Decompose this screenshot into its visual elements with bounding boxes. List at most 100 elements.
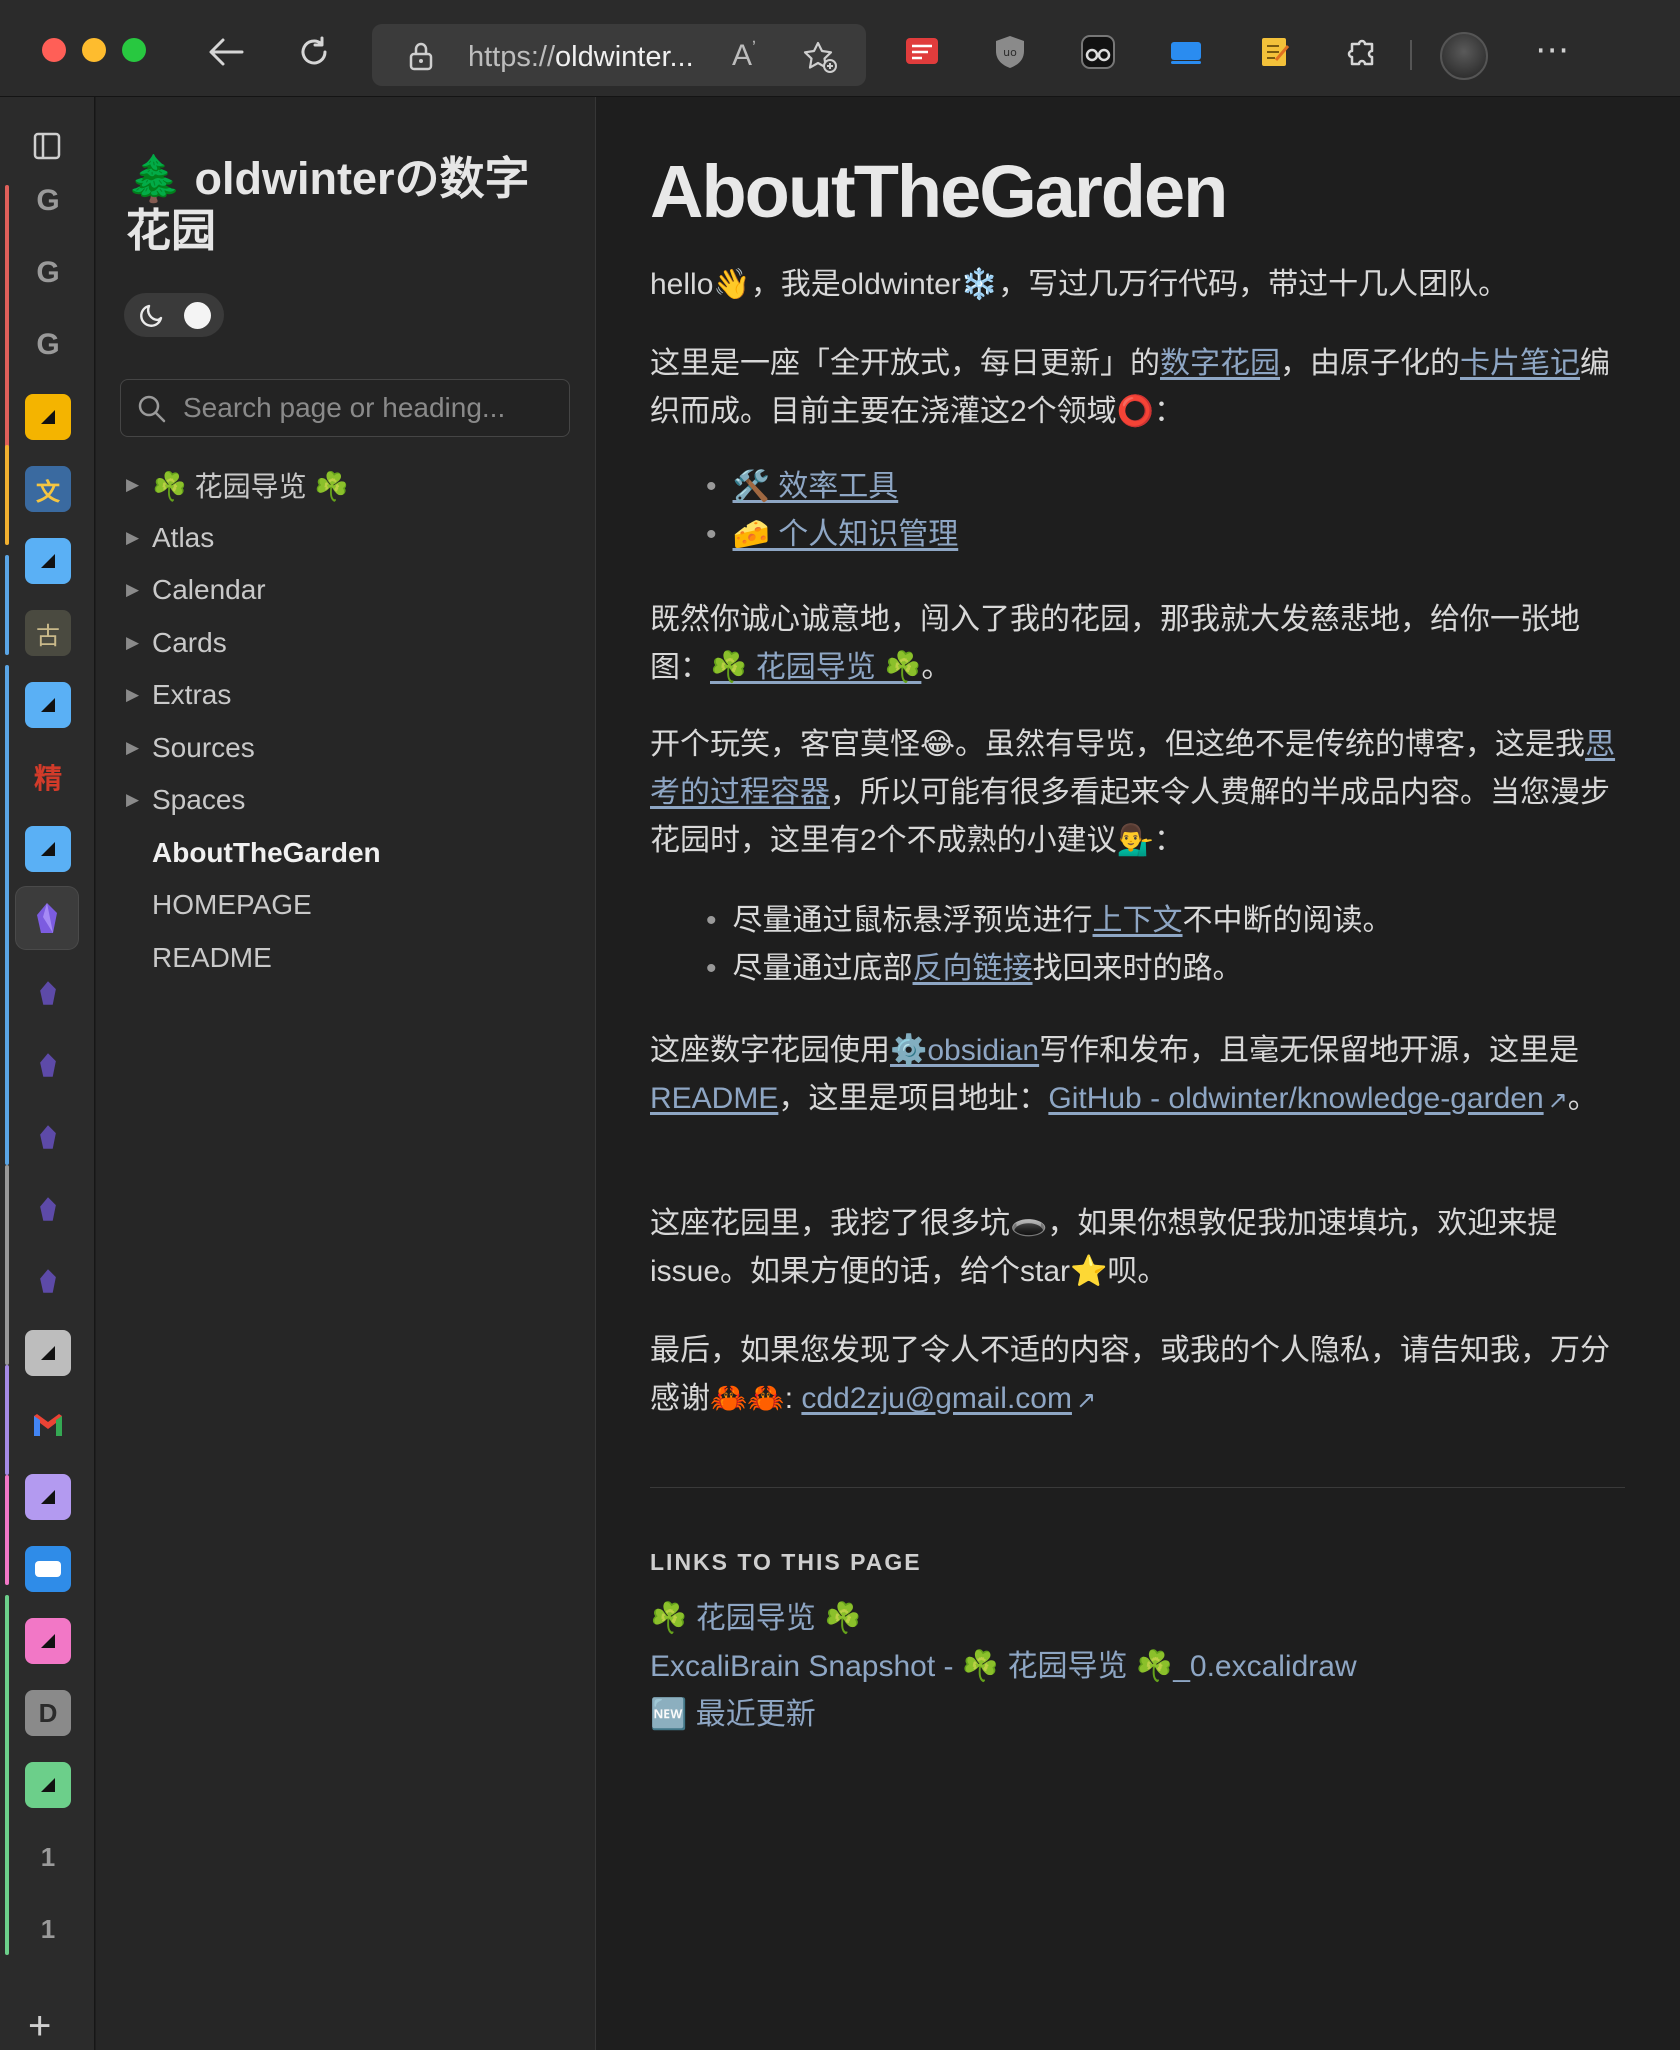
- tree-page-readme[interactable]: README: [126, 932, 566, 985]
- cloud-app-icon: [25, 1546, 71, 1592]
- tab-actions-icon[interactable]: [32, 131, 62, 161]
- caret-right-icon: ▶: [126, 580, 140, 600]
- google-icon: G: [36, 184, 60, 217]
- add-favorite-icon[interactable]: [802, 40, 838, 74]
- search-icon: [138, 395, 166, 423]
- tab-translate[interactable]: 文: [24, 465, 72, 513]
- tab-group-bar-pink: [5, 1475, 9, 1585]
- tree-folder-spaces[interactable]: ▶ Spaces: [126, 774, 566, 827]
- tree-folder-atlas[interactable]: ▶ Atlas: [126, 512, 566, 565]
- toggle-knob: [184, 302, 211, 329]
- tab-obsidian-active[interactable]: [16, 887, 78, 949]
- tab-obsidian-6[interactable]: [24, 1257, 72, 1305]
- url-text: https://oldwinter...: [468, 41, 694, 73]
- pkm-link[interactable]: 🧀 个人知识管理: [733, 518, 959, 551]
- screen-extension-icon[interactable]: [1168, 34, 1204, 70]
- tab-obsidian-2[interactable]: [24, 969, 72, 1017]
- puzzle-extensions-icon[interactable]: [1344, 34, 1380, 70]
- moon-icon: [140, 304, 163, 327]
- external-link-icon: ↗: [1075, 1387, 1097, 1414]
- tab-google-3[interactable]: G: [24, 321, 72, 369]
- tab-note-blue-1[interactable]: [24, 537, 72, 585]
- list-item: 尽量通过鼠标悬浮预览进行上下文不中断的阅读。: [730, 897, 1393, 945]
- backlink-excalibrain-snapshot[interactable]: ExcaliBrain Snapshot - ☘️ 花园导览 ☘️_0.exca…: [650, 1643, 1357, 1691]
- tab-reader[interactable]: D: [24, 1689, 72, 1737]
- tab-note-green[interactable]: [24, 1761, 72, 1809]
- readme-link[interactable]: README: [650, 1082, 778, 1115]
- more-menu-button[interactable]: ⋯: [1535, 30, 1571, 70]
- dark-mode-toggle[interactable]: [124, 293, 224, 337]
- tree-folder-garden-guide[interactable]: ▶ ☘️ 花园导览 ☘️: [126, 459, 566, 512]
- tab-one-2[interactable]: 1: [24, 1905, 72, 1953]
- reload-icon: [301, 36, 327, 65]
- backlink-garden-guide[interactable]: ☘️ 花园导览 ☘️: [650, 1595, 1357, 1643]
- new-tab-button[interactable]: +: [28, 2004, 51, 2049]
- search-input[interactable]: [181, 388, 551, 428]
- toolbar-separator: [1410, 40, 1412, 70]
- tree-page-homepage[interactable]: HOMEPAGE: [126, 879, 566, 932]
- map-paragraph: 既然你诚心诚意地，闯入了我的花园，那我就大发慈悲地，给你一张地图：☘️ 花园导览…: [650, 603, 1580, 684]
- efficiency-tools-link[interactable]: 🛠️ 效率工具: [733, 470, 899, 503]
- tab-group-bar-yellow: [5, 445, 9, 545]
- obsidian-icon: [40, 1053, 56, 1077]
- card-notes-link[interactable]: 卡片笔记: [1460, 347, 1580, 380]
- site-title[interactable]: 🌲 oldwinterの数字花园: [126, 153, 566, 257]
- address-bar[interactable]: https://oldwinter... Aʼ: [372, 24, 866, 86]
- profile-avatar[interactable]: [1440, 32, 1488, 80]
- tab-note-blue-3[interactable]: [24, 825, 72, 873]
- tab-obsidian-3[interactable]: [24, 1041, 72, 1089]
- digital-garden-link[interactable]: 数字花园: [1160, 347, 1280, 380]
- reader-icon: D: [25, 1690, 71, 1736]
- google-icon: G: [36, 256, 60, 289]
- list-item: 🧀 个人知识管理: [730, 511, 959, 559]
- tab-obsidian-5[interactable]: [24, 1185, 72, 1233]
- site-sidebar: 🌲 oldwinterの数字花园 ▶☘️ 花园导览 ☘️ ▶Atlas ▶Cal…: [96, 97, 596, 2050]
- context-link[interactable]: 上下文: [1093, 904, 1183, 937]
- tab-group-bar-blue-2: [5, 665, 9, 1165]
- garden-guide-link[interactable]: ☘️ 花园导览 ☘️: [710, 651, 921, 684]
- email-link[interactable]: cdd2zju@gmail.com: [801, 1382, 1072, 1415]
- tab-note-purple[interactable]: [24, 1473, 72, 1521]
- tab-one-1[interactable]: 1: [24, 1833, 72, 1881]
- reload-button[interactable]: [292, 30, 336, 74]
- close-window-button[interactable]: [42, 38, 66, 62]
- tree-page-about-the-garden[interactable]: AboutTheGarden: [126, 827, 566, 880]
- tree-folder-extras[interactable]: ▶ Extras: [126, 669, 566, 722]
- tree-folder-sources[interactable]: ▶ Sources: [126, 722, 566, 775]
- note-icon: [25, 826, 71, 872]
- glasses-extension-icon[interactable]: [1080, 34, 1116, 70]
- tab-google-1[interactable]: G: [24, 177, 72, 225]
- list-item: 尽量通过底部反向链接找回来时的路。: [730, 945, 1393, 993]
- backlinks-link[interactable]: 反向链接: [913, 952, 1033, 985]
- tab-seal[interactable]: 精: [24, 753, 72, 801]
- tab-google-2[interactable]: G: [24, 249, 72, 297]
- tree-folder-calendar[interactable]: ▶ Calendar: [126, 564, 566, 617]
- backlink-recent-updates[interactable]: 🆕 最近更新: [650, 1691, 1357, 1739]
- minimize-window-button[interactable]: [82, 38, 106, 62]
- ublock-extension-icon[interactable]: uo: [992, 34, 1028, 70]
- read-aloud-icon[interactable]: Aʼ: [732, 38, 756, 73]
- page-title: AboutTheGarden: [650, 150, 1228, 233]
- tab-gmail[interactable]: [24, 1401, 72, 1449]
- tab-cloud[interactable]: [24, 1545, 72, 1593]
- tab-note-yellow[interactable]: [24, 393, 72, 441]
- obsidian-link[interactable]: ⚙️obsidian: [890, 1034, 1039, 1067]
- tab-ancient[interactable]: 古: [24, 609, 72, 657]
- tab-note-grey[interactable]: [24, 1329, 72, 1377]
- notes-extension-icon[interactable]: [904, 34, 940, 70]
- note-icon: [25, 1618, 71, 1664]
- external-link-icon: ↗: [1547, 1087, 1568, 1114]
- tab-group-bar-green: [5, 1595, 9, 1955]
- obsidian-icon: [40, 981, 56, 1005]
- tree-folder-cards[interactable]: ▶ Cards: [126, 617, 566, 670]
- tab-note-blue-2[interactable]: [24, 681, 72, 729]
- tab-note-pink[interactable]: [24, 1617, 72, 1665]
- github-repo-link[interactable]: GitHub - oldwinter/knowledge-garden: [1048, 1082, 1543, 1115]
- memo-extension-icon[interactable]: [1256, 34, 1292, 70]
- search-box[interactable]: [120, 379, 570, 437]
- tab-obsidian-4[interactable]: [24, 1113, 72, 1161]
- zoom-window-button[interactable]: [122, 38, 146, 62]
- one-icon: 1: [40, 1841, 56, 1872]
- back-button[interactable]: [204, 30, 248, 74]
- note-icon: [25, 682, 71, 728]
